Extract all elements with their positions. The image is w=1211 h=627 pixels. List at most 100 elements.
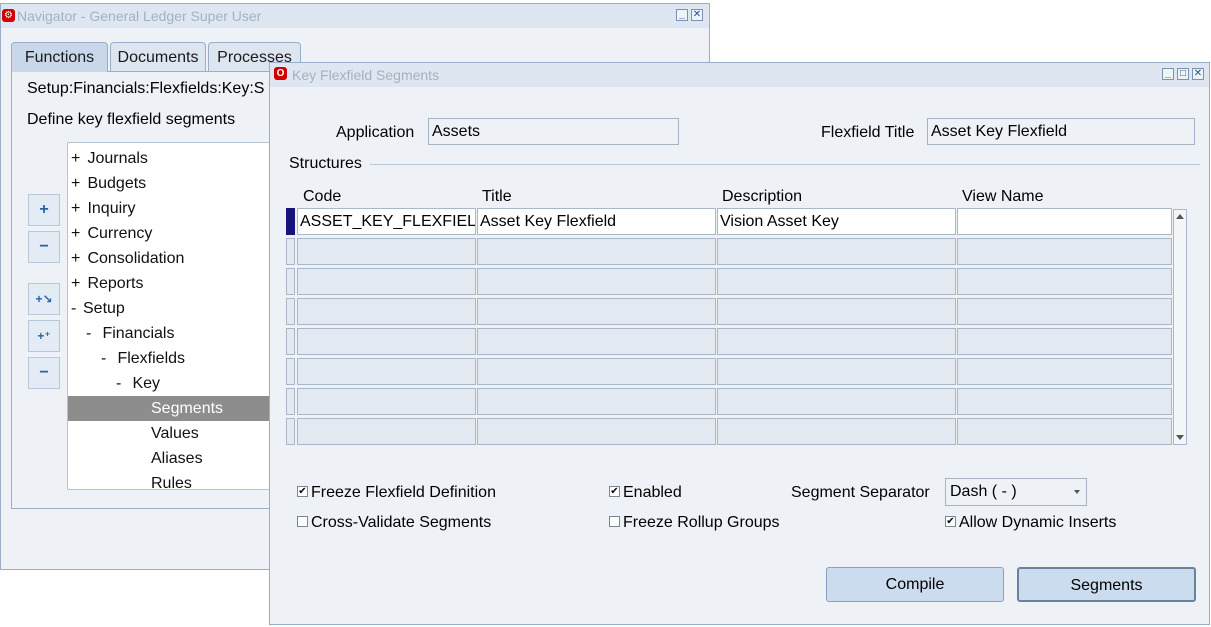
flexfield-title-label: Flexfield Title [821,124,915,141]
view-name-cell[interactable] [957,268,1172,295]
tree-label: Values [151,425,199,442]
view-name-cell[interactable] [957,388,1172,415]
code-cell[interactable]: ASSET_KEY_FLEXFIELD [297,208,476,235]
row-indicator[interactable] [286,418,295,445]
collapse-all-button[interactable]: − [28,357,60,389]
tree-label: Journals [87,150,148,167]
tree-item-consolidation[interactable]: + Consolidation [71,246,184,271]
tab-functions[interactable]: Functions [11,42,108,72]
close-icon[interactable]: ✕ [691,9,703,21]
tree-item-segments[interactable]: Segments [68,396,296,421]
function-tree: + Journals + Budgets + Inquiry + Currenc… [67,142,297,490]
kff-titlebar[interactable]: Key Flexfield Segments [270,63,1209,87]
title-cell[interactable] [477,418,716,445]
tree-item-financials[interactable]: - Financials [86,321,174,346]
expand-button[interactable]: + [28,194,60,226]
tree-item-inquiry[interactable]: + Inquiry [71,196,135,221]
view-name-cell[interactable] [957,238,1172,265]
title-cell[interactable] [477,328,716,355]
function-description: Define key flexfield segments [27,111,236,128]
scroll-up-icon[interactable] [1176,214,1184,219]
tree-item-key[interactable]: - Key [116,371,160,396]
cross-validate-checkbox[interactable] [297,516,308,527]
tree-label: Consolidation [87,250,185,267]
view-name-cell[interactable] [957,328,1172,355]
view-name-cell[interactable] [957,208,1172,235]
expand-all-button[interactable]: +⁺ [28,320,60,352]
view-name-cell[interactable] [957,418,1172,445]
application-field[interactable]: Assets [428,118,679,145]
freeze-rollup-checkbox[interactable] [609,516,620,527]
tree-label: Currency [87,225,153,242]
title-cell[interactable] [477,388,716,415]
compile-button[interactable]: Compile [826,567,1004,602]
tree-item-budgets[interactable]: + Budgets [71,171,146,196]
description-cell[interactable] [717,418,956,445]
scroll-down-icon[interactable] [1176,435,1184,440]
tree-item-journals[interactable]: + Journals [71,146,148,171]
title-cell[interactable] [477,268,716,295]
title-cell[interactable] [477,298,716,325]
view-name-cell[interactable] [957,298,1172,325]
collapse-button[interactable]: − [28,231,60,263]
row-indicator[interactable] [286,208,295,235]
close-icon[interactable]: ✕ [1192,68,1204,80]
description-cell[interactable] [717,388,956,415]
minimize-icon[interactable]: _ [1162,68,1174,80]
segments-button[interactable]: Segments [1017,567,1196,602]
segment-separator-select[interactable]: Dash ( - ) [945,478,1087,506]
row-indicator[interactable] [286,268,295,295]
tree-toggle: + [71,250,81,267]
tree-item-values[interactable]: Values [151,421,199,446]
code-cell[interactable] [297,328,476,355]
expand-branch-button[interactable]: +↘ [28,283,60,315]
description-cell[interactable] [717,298,956,325]
freeze-rollup-label: Freeze Rollup Groups [623,514,780,531]
structures-divider [370,164,1200,165]
row-indicator[interactable] [286,238,295,265]
column-view-name: View Name [962,188,1044,205]
code-cell[interactable] [297,418,476,445]
function-path: Setup:Financials:Flexfields:Key:S [27,80,265,97]
code-cell[interactable] [297,298,476,325]
column-code: Code [303,188,342,205]
description-cell[interactable] [717,268,956,295]
tree-item-setup[interactable]: - Setup [71,296,125,321]
enabled-checkbox[interactable]: ✔ [609,486,620,497]
code-cell[interactable] [297,238,476,265]
minimize-icon[interactable]: _ [676,9,688,21]
code-cell[interactable] [297,358,476,385]
structures-scrollbar[interactable] [1173,209,1187,445]
maximize-icon[interactable]: □ [1177,68,1189,80]
navigator-titlebar[interactable]: Navigator - General Ledger Super User [1,4,709,28]
code-cell[interactable] [297,268,476,295]
view-name-cell[interactable] [957,358,1172,385]
description-cell[interactable]: Vision Asset Key [717,208,956,235]
tree-label: Reports [87,275,144,292]
dynamic-inserts-label: Allow Dynamic Inserts [959,514,1117,531]
tree-item-flexfields[interactable]: - Flexfields [101,346,185,371]
dynamic-inserts-checkbox[interactable]: ✔ [945,516,956,527]
title-cell[interactable]: Asset Key Flexfield [477,208,716,235]
code-cell[interactable] [297,388,476,415]
flexfield-title-field[interactable]: Asset Key Flexfield [927,118,1195,145]
tree-label: Financials [102,325,175,342]
application-label: Application [336,124,415,141]
description-cell[interactable] [717,358,956,385]
description-cell[interactable] [717,238,956,265]
cross-validate-label: Cross-Validate Segments [311,514,492,531]
row-indicator[interactable] [286,298,295,325]
row-indicator[interactable] [286,358,295,385]
row-indicator[interactable] [286,388,295,415]
description-cell[interactable] [717,328,956,355]
title-cell[interactable] [477,238,716,265]
tree-item-rules[interactable]: Rules [151,471,192,489]
tab-documents[interactable]: Documents [110,42,206,72]
tree-item-aliases[interactable]: Aliases [151,446,203,471]
tree-item-currency[interactable]: + Currency [71,221,152,246]
row-indicator[interactable] [286,328,295,355]
tree-item-reports[interactable]: + Reports [71,271,143,296]
check-icon: ✔ [946,516,955,527]
freeze-flexfield-checkbox[interactable]: ✔ [297,486,308,497]
title-cell[interactable] [477,358,716,385]
